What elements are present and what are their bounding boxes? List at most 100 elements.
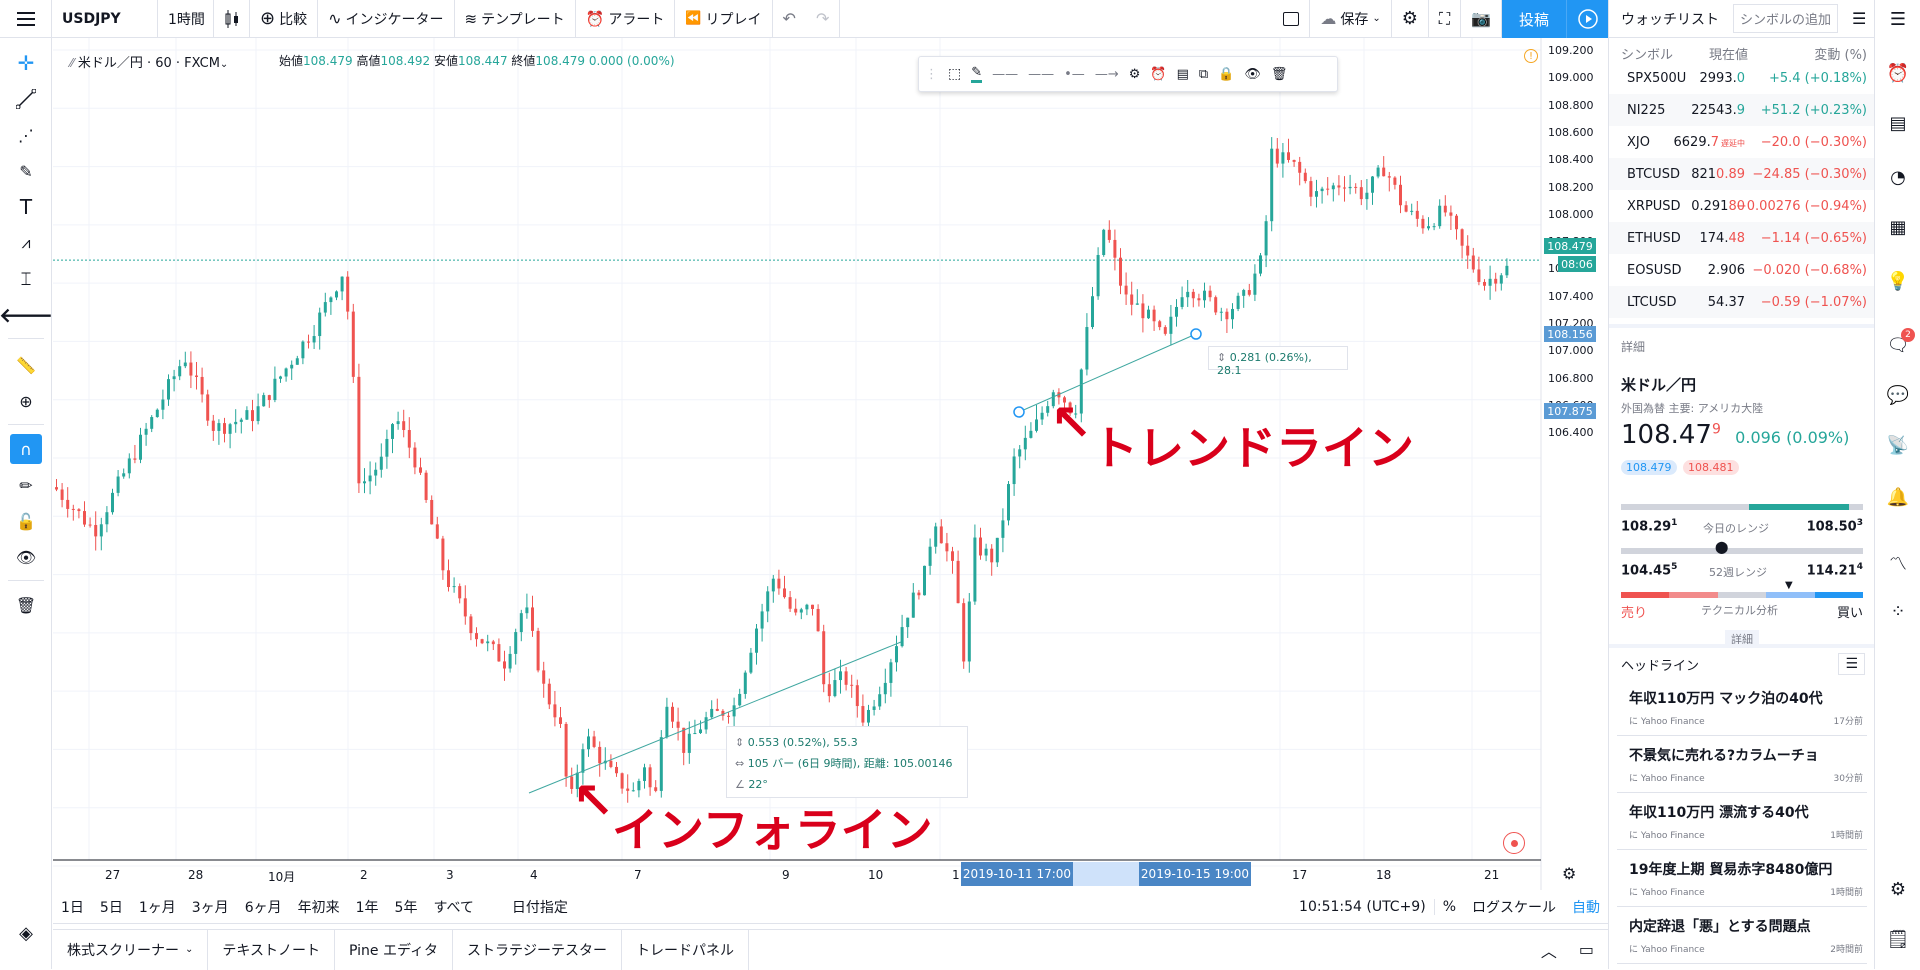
line-width-icon[interactable]: —— xyxy=(992,67,1018,82)
date-range-button[interactable]: 日付指定 xyxy=(504,897,576,917)
undo-button[interactable]: ↶ xyxy=(773,0,806,38)
gear-icon[interactable]: ⚙ xyxy=(1562,864,1576,883)
watchlist-row[interactable]: XRPUSD 0.29180 −0.00276 (−0.94%) xyxy=(1609,190,1875,222)
watchlist-row[interactable]: LTCUSD 54.37 −0.59 (−1.07%) xyxy=(1609,286,1875,318)
data-window-toggle[interactable]: ▤ xyxy=(1883,108,1913,138)
tab-text-notes[interactable]: テキストノート xyxy=(208,929,335,970)
watchlist-row[interactable]: BTCUSD 8210.89 −24.85 (−0.30%) xyxy=(1609,158,1875,190)
watchlist-toggle[interactable]: ☰ xyxy=(1883,4,1913,34)
maximize-icon[interactable]: ▭ xyxy=(1579,940,1594,959)
text-tool[interactable]: T xyxy=(10,192,42,222)
post-button[interactable]: 投稿 xyxy=(1502,0,1566,38)
line-color-icon[interactable]: ✎ xyxy=(971,65,983,83)
col-price[interactable]: 現在値 xyxy=(1709,44,1748,63)
ideas-toggle[interactable]: 💡 xyxy=(1883,266,1913,296)
log-scale-toggle[interactable]: ログスケール xyxy=(1464,897,1564,917)
layout-button[interactable] xyxy=(1273,0,1311,38)
watchlist-row[interactable]: EOSUSD 2.906 −0.020 (−0.68%) xyxy=(1609,254,1875,286)
eye-icon[interactable]: 👁 xyxy=(1244,67,1261,82)
zoom-tool[interactable]: ⊕ xyxy=(10,386,42,416)
tab-screener[interactable]: 株式スクリーナー ⌄ xyxy=(53,929,209,970)
menu-button[interactable] xyxy=(0,0,52,38)
drag-handle-icon[interactable]: ⋮ xyxy=(925,67,938,82)
measure-tool[interactable]: ⌶ xyxy=(10,264,42,294)
ruler-tool[interactable]: 📏 xyxy=(10,350,42,380)
delete-tool[interactable]: 🗑 xyxy=(10,590,42,620)
watchlist-title[interactable]: ウォッチリスト xyxy=(1621,9,1719,29)
help-toggle[interactable]: ⚙ xyxy=(1883,874,1913,904)
range-6m[interactable]: 6ヶ月 xyxy=(237,897,290,917)
trendline-tool[interactable] xyxy=(10,84,42,114)
headline-item[interactable]: 不景気に売れる?カラムーチョに Yahoo Finance 30分前 xyxy=(1617,737,1867,793)
back-tool[interactable]: 🡐 xyxy=(0,300,53,330)
publish-play-button[interactable] xyxy=(1566,0,1608,38)
settings-button[interactable]: ⚙ xyxy=(1392,0,1429,38)
clone-icon[interactable]: ⧉ xyxy=(1199,67,1208,82)
range-1d[interactable]: 1日 xyxy=(53,897,92,917)
alert-add-icon[interactable]: ⏰ xyxy=(1150,67,1166,82)
fullscreen-button[interactable]: ⛶ xyxy=(1429,0,1462,38)
watchlist-row[interactable]: ETHUSD 174.48 −1.14 (−0.65%) xyxy=(1609,222,1875,254)
trash-icon[interactable]: 🗑 xyxy=(1271,67,1288,82)
chevron-up-icon[interactable]: ︿ xyxy=(1541,938,1557,962)
lock-tool[interactable]: 🔓 xyxy=(10,506,42,536)
calendar-toggle[interactable]: ▦ xyxy=(1883,212,1913,242)
hotlist-toggle[interactable]: ◔ xyxy=(1883,162,1913,192)
col-symbol[interactable]: シンボル xyxy=(1621,44,1673,63)
save-button[interactable]: ☁ 保存 ⌄ xyxy=(1310,0,1392,38)
watchlist-row[interactable]: XJO 6629.7 遅延中 −20.0 (−0.30%) xyxy=(1609,126,1875,158)
tab-strategy-tester[interactable]: ストラテジーテスター xyxy=(453,929,622,970)
magnet-tool[interactable]: ∩ xyxy=(10,434,42,464)
chat-toggle[interactable]: 🗨 2 xyxy=(1883,328,1915,360)
range-1m[interactable]: 1ヶ月 xyxy=(131,897,184,917)
range-ytd[interactable]: 年初来 xyxy=(290,897,348,917)
indicators-button[interactable]: ∿ インジケーター xyxy=(318,0,455,38)
range-all[interactable]: すべて xyxy=(425,897,481,917)
warning-icon[interactable]: ! xyxy=(1524,49,1538,63)
messages-toggle[interactable]: 💬 xyxy=(1883,380,1913,410)
percent-toggle[interactable]: % xyxy=(1433,898,1464,915)
redo-button[interactable]: ↷ xyxy=(806,0,841,38)
stay-drawing-tool[interactable]: ✏ xyxy=(10,470,42,500)
compare-button[interactable]: ⊕ 比較 xyxy=(250,0,319,38)
headline-item[interactable]: 内定辞退「悪」とする問題点に Yahoo Finance 2時間前 xyxy=(1617,908,1867,964)
headline-item[interactable]: 年収110万円 マック泊の40代に Yahoo Finance 17分前 xyxy=(1617,680,1867,736)
list-menu-icon[interactable]: ☰ xyxy=(1852,9,1866,28)
notifications-toggle[interactable]: 🔔 xyxy=(1883,482,1913,512)
range-3m[interactable]: 3ヶ月 xyxy=(184,897,237,917)
col-change[interactable]: 変動 (%) xyxy=(1814,44,1867,63)
pattern-tool[interactable]: ⩘ xyxy=(10,228,42,258)
range-5d[interactable]: 5日 xyxy=(92,897,131,917)
tab-pine-editor[interactable]: Pine エディタ xyxy=(335,929,453,970)
record-icon[interactable] xyxy=(1503,832,1525,854)
select-icon[interactable]: ⬚ xyxy=(948,66,961,82)
fib-tool[interactable]: ⋰ xyxy=(10,120,42,150)
object-tree-button[interactable]: ◈ xyxy=(10,918,42,948)
lock-icon[interactable]: 🔒 xyxy=(1218,67,1234,82)
notes-toggle[interactable]: 🗒 xyxy=(1883,924,1913,954)
replay-button[interactable]: ⏪ リプレイ xyxy=(675,0,773,38)
list-menu-icon[interactable]: ☰ xyxy=(1838,653,1865,675)
tab-trade-panel[interactable]: トレードパネル xyxy=(622,929,749,970)
headline-item[interactable]: 年収110万円 漂流する40代に Yahoo Finance 1時間前 xyxy=(1617,794,1867,850)
crosshair-tool[interactable]: ✛ xyxy=(10,48,42,78)
range-1y[interactable]: 1年 xyxy=(348,897,387,917)
range-5y[interactable]: 5年 xyxy=(387,897,426,917)
line-start-icon[interactable]: •— xyxy=(1064,67,1085,82)
watchlist-row[interactable]: SPX500U 2993.0 +5.4 (+0.18%) xyxy=(1609,62,1875,94)
streams-toggle[interactable]: 📡 xyxy=(1883,430,1913,460)
symbol-search[interactable]: USDJPY xyxy=(52,0,158,38)
brush-tool[interactable]: ✎ xyxy=(10,156,42,186)
watchlist-row[interactable]: NI225 22543.9 +51.2 (+0.23%) xyxy=(1609,94,1875,126)
order-panel-toggle[interactable]: 〽 xyxy=(1883,548,1913,578)
auto-scale-toggle[interactable]: 自動 xyxy=(1564,897,1608,917)
line-end-icon[interactable]: —→ xyxy=(1095,67,1119,82)
dom-toggle[interactable]: ⁘ xyxy=(1883,596,1913,626)
chart-style-button[interactable] xyxy=(214,0,250,38)
clock[interactable]: 10:51:54 (UTC+9) xyxy=(1291,899,1434,915)
hide-tool[interactable]: 👁 xyxy=(10,542,42,572)
templates-button[interactable]: ≋ テンプレート xyxy=(455,0,576,38)
alerts-toggle[interactable]: ⏰ xyxy=(1883,58,1913,88)
add-symbol-input[interactable]: シンボルの追加 xyxy=(1733,4,1839,33)
snapshot-button[interactable]: 📷 xyxy=(1461,0,1502,38)
